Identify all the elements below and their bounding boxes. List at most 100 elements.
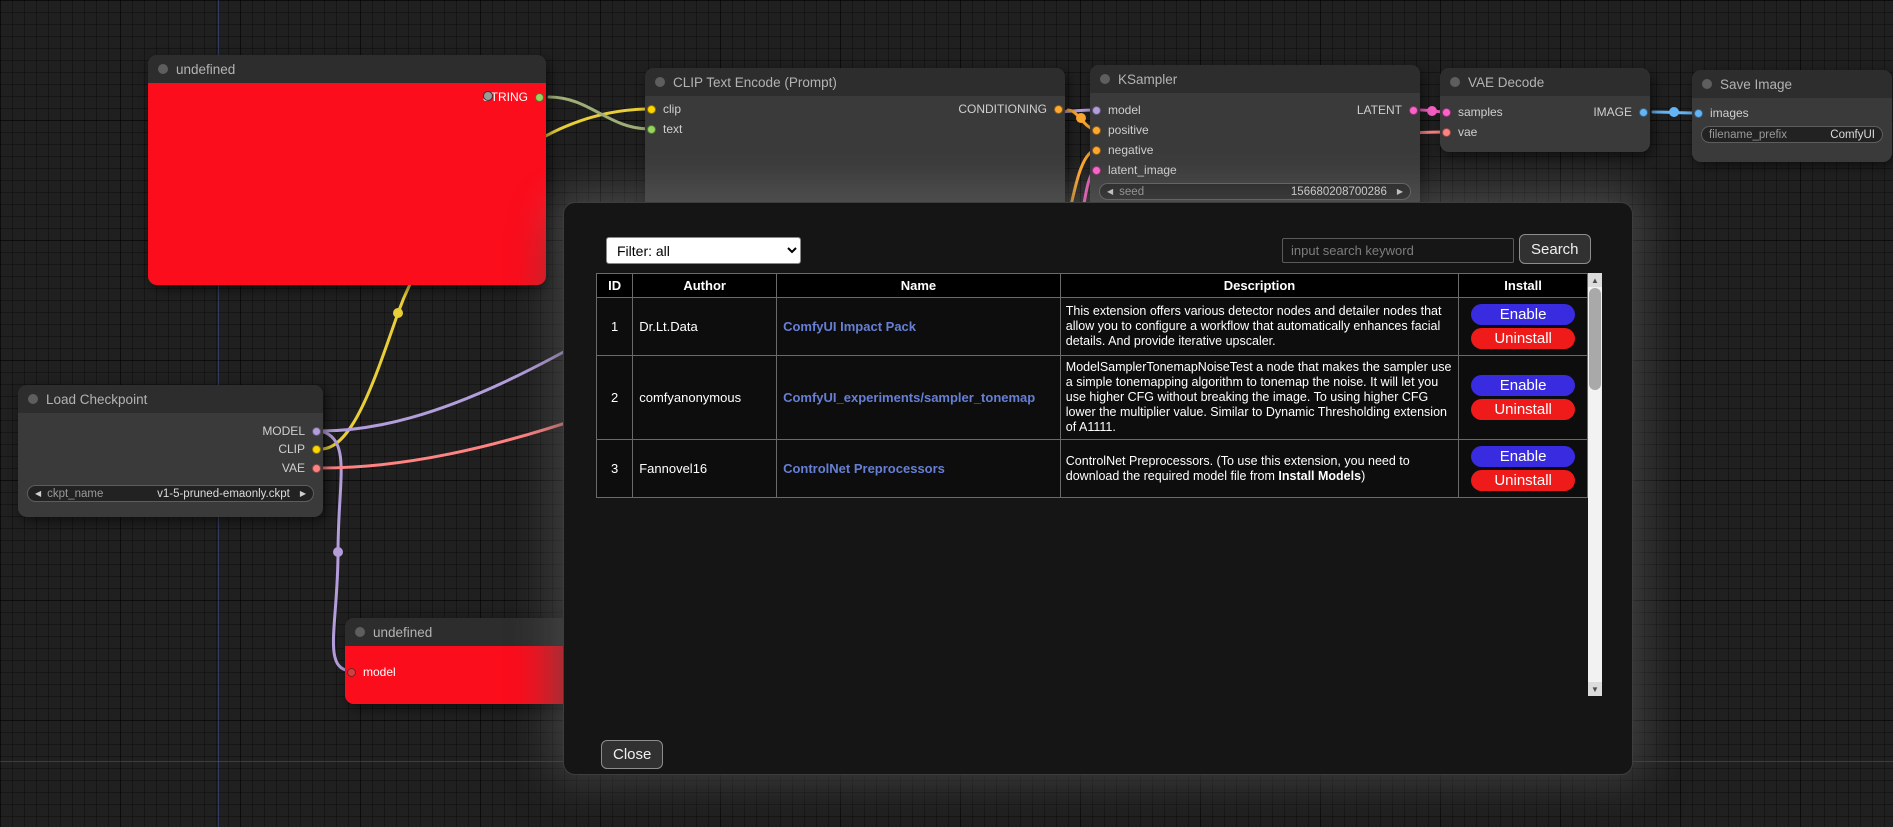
node-title: Load Checkpoint [46, 392, 147, 407]
collapse-dot[interactable] [1100, 74, 1110, 84]
output-slot-latent: LATENT [1357, 100, 1418, 120]
seed-widget[interactable]: ◀ seed 156680208700286 ▶ [1099, 183, 1411, 200]
input-slot-text: text [647, 119, 682, 139]
node-body: clip text CONDITIONING [645, 96, 1065, 218]
node-body: STRING [148, 83, 546, 285]
node-title-bar[interactable]: undefined [148, 55, 546, 83]
widget-value: ComfyUI [1830, 129, 1875, 141]
input-slot-negative: negative [1092, 140, 1153, 160]
collapse-dot[interactable] [1450, 77, 1460, 87]
node-undefined-bottom[interactable]: undefined model [345, 618, 573, 704]
reroute-dot-image[interactable] [1669, 107, 1679, 117]
node-body: samples vae IMAGE [1440, 96, 1650, 152]
filename-prefix-widget[interactable]: filename_prefix ComfyUI [1701, 126, 1883, 143]
node-title: Save Image [1720, 77, 1792, 92]
collapse-dot[interactable] [158, 64, 168, 74]
output-slot-image: IMAGE [1593, 102, 1648, 122]
input-socket-negative[interactable] [1092, 146, 1101, 155]
collapse-dot[interactable] [655, 77, 665, 87]
reroute-dot-latent[interactable] [1427, 106, 1437, 116]
enable-button[interactable]: Enable [1471, 304, 1575, 325]
prev-icon[interactable]: ◀ [35, 489, 41, 498]
node-title: KSampler [1118, 72, 1177, 87]
output-socket-latent[interactable] [1409, 106, 1418, 115]
node-save-image[interactable]: Save Image images filename_prefix ComfyU… [1692, 70, 1892, 162]
node-undefined-top[interactable]: undefined STRING [148, 55, 546, 285]
node-body: MODEL CLIP VAE ◀ ckpt_name v1-5-pruned-e… [18, 413, 323, 517]
reroute-dot-conditioning[interactable] [1076, 113, 1086, 123]
decrement-icon[interactable]: ◀ [1107, 187, 1113, 196]
wire-string-text [549, 97, 650, 129]
collapse-dot[interactable] [1702, 79, 1712, 89]
extension-table-wrap: ID Author Name Description Install 1 Dr.… [596, 273, 1602, 696]
node-clip-text-encode[interactable]: CLIP Text Encode (Prompt) clip text COND… [645, 68, 1065, 218]
close-button[interactable]: Close [601, 740, 663, 769]
collapse-dot[interactable] [355, 627, 365, 637]
node-title-bar[interactable]: KSampler [1090, 65, 1420, 93]
node-title: undefined [373, 625, 432, 640]
node-ksampler[interactable]: KSampler model positive negative latent_… [1090, 65, 1420, 210]
output-socket-clip[interactable] [312, 445, 321, 454]
table-header-row: ID Author Name Description Install [597, 274, 1588, 298]
input-socket-samples[interactable] [1442, 108, 1451, 117]
scroll-down-icon[interactable]: ▼ [1588, 682, 1602, 696]
filter-select[interactable]: Filter: all [606, 237, 801, 264]
extension-link[interactable]: ControlNet Preprocessors [783, 461, 945, 476]
output-slot-clip: CLIP [278, 439, 321, 459]
uninstall-button[interactable]: Uninstall [1471, 328, 1575, 349]
input-slot-images: images [1694, 103, 1749, 123]
widget-value: v1-5-pruned-emaonly.ckpt [157, 488, 290, 500]
widget-label: ckpt_name [47, 488, 103, 500]
node-load-checkpoint[interactable]: Load Checkpoint MODEL CLIP VAE ◀ ckpt_na… [18, 385, 323, 517]
input-slot-clip: clip [647, 99, 681, 119]
input-socket-model[interactable] [1092, 106, 1101, 115]
node-body: model [345, 646, 573, 704]
extension-link[interactable]: ComfyUI Impact Pack [783, 319, 916, 334]
node-title-bar[interactable]: Save Image [1692, 70, 1892, 98]
collapse-dot[interactable] [28, 394, 38, 404]
input-slot-samples: samples [1442, 102, 1503, 122]
input-slot-vae: vae [1442, 122, 1477, 142]
input-socket-text[interactable] [647, 125, 656, 134]
extension-link[interactable]: ComfyUI_experiments/sampler_tonemap [783, 390, 1035, 405]
enable-button[interactable]: Enable [1471, 375, 1575, 396]
graph-canvas[interactable]: undefined STRING CLIP Text Encode (Promp… [0, 0, 1893, 827]
search-input[interactable] [1282, 238, 1514, 263]
node-title-bar[interactable]: VAE Decode [1440, 68, 1650, 96]
scroll-up-icon[interactable]: ▲ [1588, 273, 1602, 287]
output-slot-conditioning: CONDITIONING [958, 99, 1063, 119]
output-slot-model: MODEL [262, 421, 321, 441]
input-socket-clip[interactable] [647, 105, 656, 114]
scrollbar[interactable]: ▲ ▼ [1588, 273, 1602, 696]
input-socket-images[interactable] [1694, 109, 1703, 118]
node-title-bar[interactable]: undefined [345, 618, 573, 646]
reroute-dot-clip[interactable] [393, 308, 403, 318]
enable-button[interactable]: Enable [1471, 446, 1575, 467]
widget-label: filename_prefix [1709, 129, 1787, 141]
output-socket-image[interactable] [1639, 108, 1648, 117]
output-socket-model[interactable] [312, 427, 321, 436]
scrollbar-thumb[interactable] [1589, 288, 1601, 390]
reroute-dot-model[interactable] [333, 547, 343, 557]
output-socket-vae[interactable] [312, 464, 321, 473]
node-title-bar[interactable]: Load Checkpoint [18, 385, 323, 413]
node-vae-decode[interactable]: VAE Decode samples vae IMAGE [1440, 68, 1650, 152]
input-slot-model: model [347, 662, 396, 682]
input-slot-positive: positive [1092, 120, 1149, 140]
node-title-bar[interactable]: CLIP Text Encode (Prompt) [645, 68, 1065, 96]
input-slot-latent-image: latent_image [1092, 160, 1177, 180]
uninstall-button[interactable]: Uninstall [1471, 399, 1575, 420]
ckpt-name-widget[interactable]: ◀ ckpt_name v1-5-pruned-emaonly.ckpt ▶ [27, 485, 314, 502]
reroute-dot-gray[interactable] [483, 91, 493, 101]
input-socket-latent-image[interactable] [1092, 166, 1101, 175]
search-button[interactable]: Search [1519, 234, 1591, 264]
uninstall-button[interactable]: Uninstall [1471, 470, 1575, 491]
increment-icon[interactable]: ▶ [1397, 187, 1403, 196]
output-socket-string[interactable] [535, 93, 544, 102]
output-socket-conditioning[interactable] [1054, 105, 1063, 114]
input-socket-positive[interactable] [1092, 126, 1101, 135]
manager-dialog: Filter: all Search ID Author Name Descri… [563, 202, 1633, 775]
input-socket-vae[interactable] [1442, 128, 1451, 137]
next-icon[interactable]: ▶ [300, 489, 306, 498]
input-socket-model[interactable] [347, 668, 356, 677]
